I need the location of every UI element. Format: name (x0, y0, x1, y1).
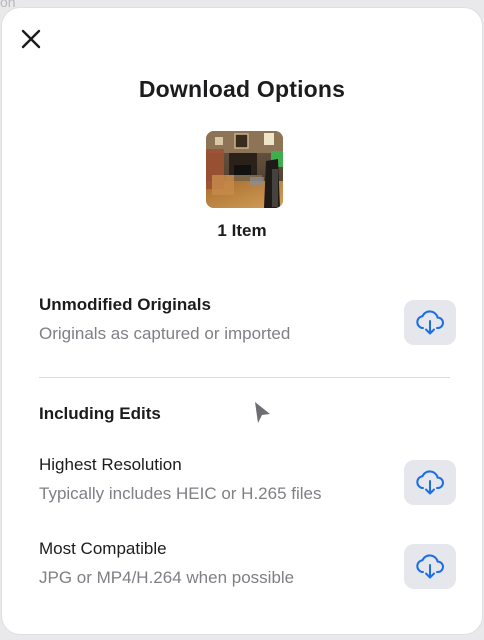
most-compatible-title: Most Compatible (39, 539, 167, 558)
pointer-cursor-icon (254, 401, 272, 430)
including-edits-heading: Including Edits (39, 404, 161, 423)
download-unmodified-originals-button[interactable] (404, 300, 456, 345)
highest-resolution-subtitle: Typically includes HEIC or H.265 files (39, 484, 322, 503)
cloud-download-icon (416, 309, 444, 334)
unmodified-originals-subtitle: Originals as captured or imported (39, 324, 291, 343)
most-compatible-subtitle: JPG or MP4/H.264 when possible (39, 568, 295, 587)
unmodified-originals-title: Unmodified Originals (39, 295, 211, 314)
item-count: 1 Item (217, 221, 267, 240)
download-options-dialog: Download Options 1 Item Unmodified Origi… (2, 8, 482, 634)
close-icon (21, 29, 41, 49)
section-divider (39, 377, 450, 378)
download-highest-resolution-button[interactable] (404, 460, 456, 505)
highest-resolution-title: Highest Resolution (39, 455, 182, 474)
photo-thumbnail (206, 131, 283, 208)
dialog-title: Download Options (138, 76, 346, 102)
cloud-download-icon (416, 469, 444, 494)
cloud-download-icon (416, 553, 444, 578)
download-most-compatible-button[interactable] (404, 544, 456, 589)
close-button[interactable] (16, 24, 46, 54)
